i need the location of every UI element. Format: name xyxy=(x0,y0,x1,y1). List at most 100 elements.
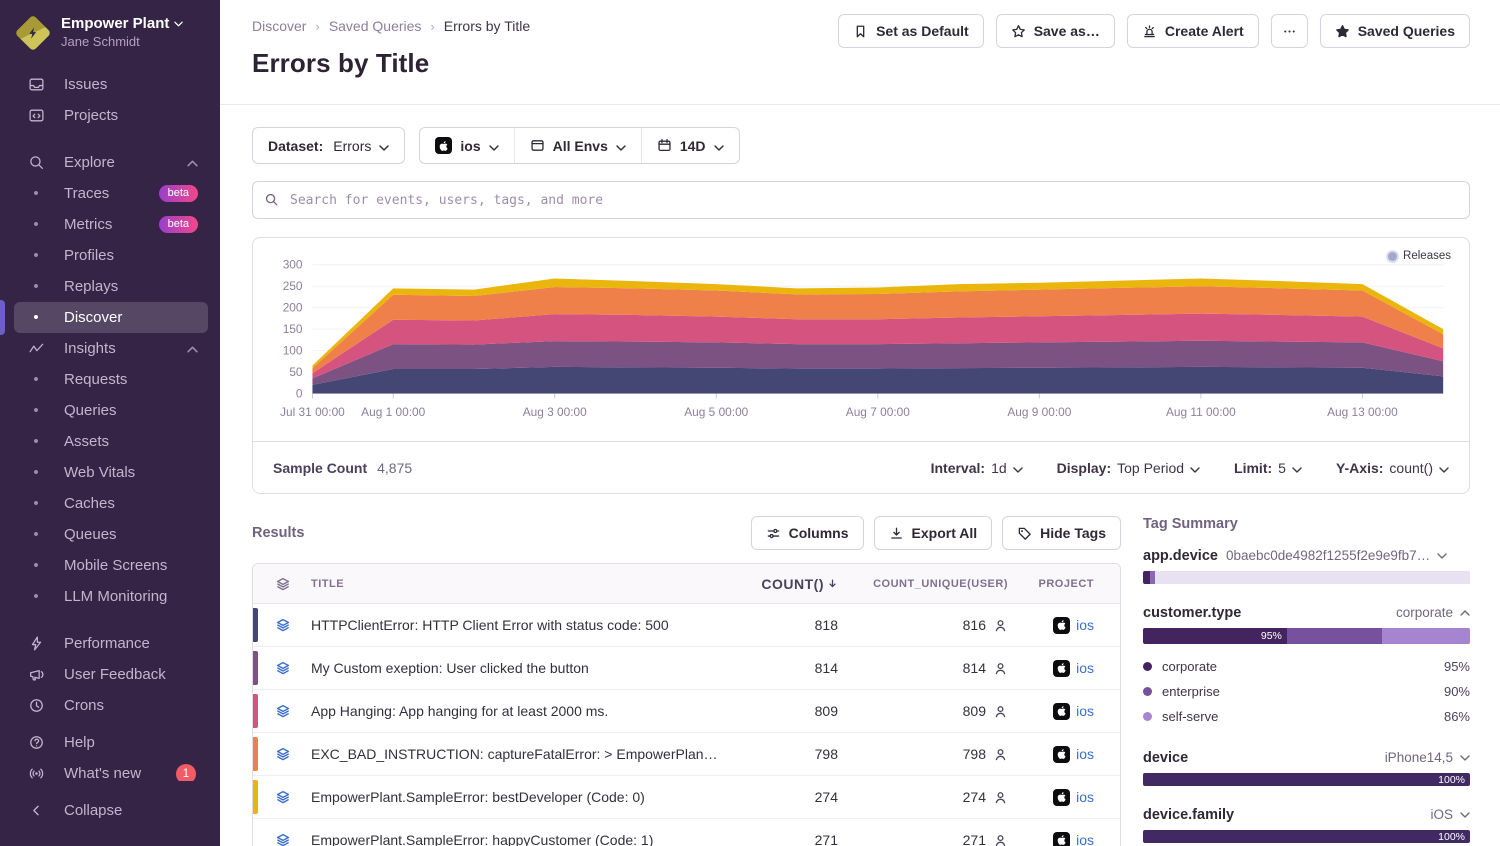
page-title: Errors by Title xyxy=(252,48,1470,79)
stack-icon[interactable] xyxy=(253,789,311,805)
tag-bar-segment xyxy=(1287,628,1382,644)
table-row[interactable]: EmpowerPlant.SampleError: bestDeveloper … xyxy=(253,776,1120,819)
more-options-button[interactable] xyxy=(1271,14,1308,48)
interval-selector[interactable]: Interval:1d xyxy=(931,460,1023,476)
tag-distribution-bar[interactable] xyxy=(1143,571,1470,584)
y-axis-selector[interactable]: Y-Axis:count() xyxy=(1336,460,1449,476)
error-title-link[interactable]: EXC_BAD_INSTRUCTION: captureFatalError: … xyxy=(311,746,718,762)
tag-distribution-bar[interactable]: 100% xyxy=(1143,830,1470,843)
tag-legend-row[interactable]: enterprise90% xyxy=(1143,679,1470,704)
project-filter[interactable]: ios xyxy=(420,128,513,163)
column-header-count-unique[interactable]: COUNT_UNIQUE(USER) xyxy=(838,578,1008,590)
results-table: TITLE COUNT() COUNT_UNIQUE(USER) PROJECT… xyxy=(252,563,1121,846)
sidebar-item-help[interactable]: Help xyxy=(14,727,208,758)
sidebar-item-replays[interactable]: •Replays xyxy=(14,271,208,302)
count-unique-value: 271 xyxy=(838,832,1008,846)
table-row[interactable]: App Hanging: App hanging for at least 20… xyxy=(253,690,1120,733)
project-link[interactable]: ios xyxy=(1076,660,1094,676)
dataset-selector[interactable]: Dataset: Errors xyxy=(252,127,405,164)
count-value: 798 xyxy=(718,746,838,762)
project-link[interactable]: ios xyxy=(1076,703,1094,719)
dataset-value: Errors xyxy=(333,138,371,154)
error-title-link[interactable]: App Hanging: App hanging for at least 20… xyxy=(311,703,718,719)
stack-icon[interactable] xyxy=(253,746,311,762)
org-switcher[interactable]: Empower Plant Jane Schmidt xyxy=(0,0,220,63)
tag-bar-segment xyxy=(1155,571,1470,584)
table-row[interactable]: HTTPClientError: HTTP Client Error with … xyxy=(253,604,1120,647)
tag-header[interactable]: app.device0baebc0de4982f1255f2e9e9fb7… xyxy=(1143,548,1470,564)
sidebar-item-traces[interactable]: •Tracesbeta xyxy=(14,178,208,209)
chart-legend-releases[interactable]: Releases xyxy=(1388,250,1451,262)
hide-tags-button[interactable]: Hide Tags xyxy=(1002,516,1121,550)
column-header-project[interactable]: PROJECT xyxy=(1008,578,1120,590)
sidebar-item-performance[interactable]: Performance xyxy=(14,628,208,659)
sidebar-item-crons[interactable]: Crons xyxy=(14,690,208,721)
sidebar-item-requests[interactable]: •Requests xyxy=(14,364,208,395)
tag-legend-row[interactable]: self-serve86% xyxy=(1143,704,1470,729)
tag-header[interactable]: deviceiPhone14,5 xyxy=(1143,750,1470,766)
sidebar-item-insights[interactable]: Insights xyxy=(14,333,208,364)
header-actions: Set as Default Save as… Create Alert Saved … xyxy=(838,14,1470,48)
error-title-link[interactable]: EmpowerPlant.SampleError: happyCustomer … xyxy=(311,832,718,846)
project-link[interactable]: ios xyxy=(1076,789,1094,805)
breadcrumb-saved-queries[interactable]: Saved Queries xyxy=(329,18,422,34)
export-all-button[interactable]: Export All xyxy=(874,516,993,550)
limit-selector[interactable]: Limit:5 xyxy=(1234,460,1302,476)
tag-distribution-bar[interactable]: 95% xyxy=(1143,628,1470,644)
search-input[interactable] xyxy=(252,181,1470,219)
error-title-link[interactable]: My Custom exeption: User clicked the but… xyxy=(311,660,718,676)
sidebar-item-label: Insights xyxy=(64,340,116,357)
series-color-stripe xyxy=(253,694,258,728)
column-header-title[interactable]: TITLE xyxy=(311,578,718,590)
sidebar-item-llm-monitoring[interactable]: •LLM Monitoring xyxy=(14,581,208,612)
broadcast-icon xyxy=(26,765,46,782)
stack-icon[interactable] xyxy=(253,703,311,719)
sidebar-item-user-feedback[interactable]: User Feedback xyxy=(14,659,208,690)
tag-legend-row[interactable]: corporate95% xyxy=(1143,654,1470,679)
sidebar-item-metrics[interactable]: •Metricsbeta xyxy=(14,209,208,240)
tag-customer-type: customer.typecorporate 95% corporate95%ent… xyxy=(1143,605,1470,729)
table-row[interactable]: EmpowerPlant.SampleError: happyCustomer … xyxy=(253,819,1120,846)
error-title-link[interactable]: EmpowerPlant.SampleError: bestDeveloper … xyxy=(311,789,718,805)
stack-icon[interactable] xyxy=(253,617,311,633)
count-unique-value: 809 xyxy=(838,703,1008,719)
tag-distribution-bar[interactable]: 100% xyxy=(1143,773,1470,786)
save-as-button[interactable]: Save as… xyxy=(996,14,1115,48)
create-alert-button[interactable]: Create Alert xyxy=(1127,14,1259,48)
tag-header[interactable]: device.familyiOS xyxy=(1143,807,1470,823)
sidebar-item-projects[interactable]: Projects xyxy=(14,100,208,131)
display-selector[interactable]: Display:Top Period xyxy=(1057,460,1200,476)
sidebar-item-issues[interactable]: Issues xyxy=(14,69,208,100)
sidebar-item-what-s-new[interactable]: What's new1 xyxy=(14,758,208,781)
sidebar-item-web-vitals[interactable]: •Web Vitals xyxy=(14,457,208,488)
table-row[interactable]: My Custom exeption: User clicked the but… xyxy=(253,647,1120,690)
tag-header[interactable]: customer.typecorporate xyxy=(1143,605,1470,621)
sample-count: Sample Count 4,875 xyxy=(273,460,412,476)
breadcrumb-discover[interactable]: Discover xyxy=(252,18,306,34)
svg-text:Aug 9 00:00: Aug 9 00:00 xyxy=(1007,405,1071,419)
environment-filter[interactable]: All Envs xyxy=(514,128,641,163)
column-header-count[interactable]: COUNT() xyxy=(718,576,838,592)
sidebar-item-mobile-screens[interactable]: •Mobile Screens xyxy=(14,550,208,581)
date-range-filter[interactable]: 14D xyxy=(641,128,739,163)
stack-icon[interactable] xyxy=(253,832,311,846)
sidebar-item-queues[interactable]: •Queues xyxy=(14,519,208,550)
project-link[interactable]: ios xyxy=(1076,746,1094,762)
project-link[interactable]: ios xyxy=(1076,832,1094,846)
sidebar-item-profiles[interactable]: •Profiles xyxy=(14,240,208,271)
sidebar-item-queries[interactable]: •Queries xyxy=(14,395,208,426)
set-as-default-button[interactable]: Set as Default xyxy=(838,14,984,48)
sidebar-item-assets[interactable]: •Assets xyxy=(14,426,208,457)
stack-icon[interactable] xyxy=(253,660,311,676)
project-link[interactable]: ios xyxy=(1076,617,1094,633)
error-title-link[interactable]: HTTPClientError: HTTP Client Error with … xyxy=(311,617,718,633)
sidebar-item-caches[interactable]: •Caches xyxy=(14,488,208,519)
help-icon xyxy=(26,734,46,752)
sidebar-item-explore[interactable]: Explore xyxy=(14,147,208,178)
sidebar-item-label: Issues xyxy=(64,76,107,93)
table-row[interactable]: EXC_BAD_INSTRUCTION: captureFatalError: … xyxy=(253,733,1120,776)
saved-queries-button[interactable]: Saved Queries xyxy=(1320,14,1470,48)
columns-button[interactable]: Columns xyxy=(751,516,864,550)
collapse-button[interactable]: Collapse xyxy=(14,795,208,826)
sidebar-item-discover[interactable]: •Discover xyxy=(14,302,208,333)
